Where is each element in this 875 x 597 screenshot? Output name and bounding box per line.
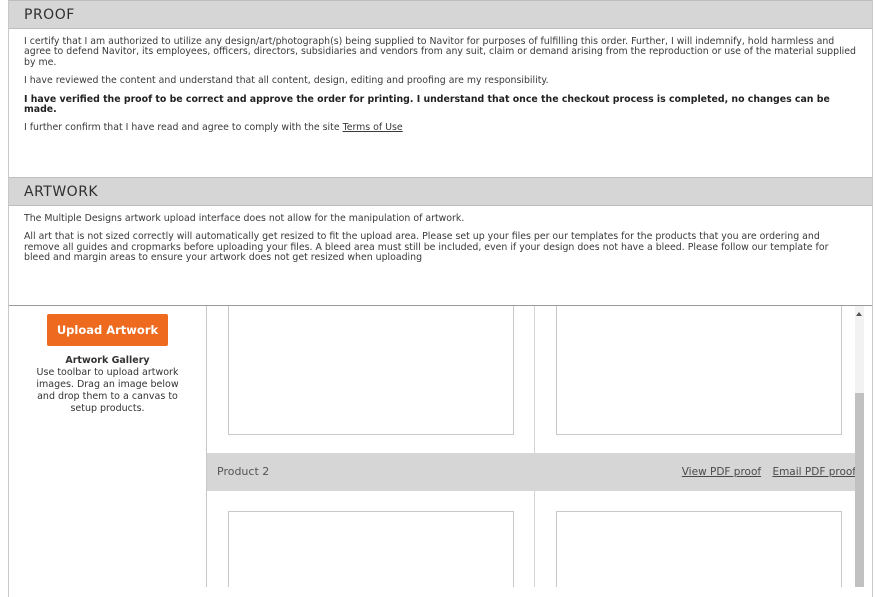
proof-approval-text: I have verified the proof to be correct … — [24, 93, 830, 116]
product-2-links: View PDF proof Email PDF proof — [674, 453, 856, 491]
product-2-name: Product 2 — [217, 465, 270, 478]
terms-of-use-link[interactable]: Terms of Use — [343, 122, 403, 133]
email-pdf-proof-link[interactable]: Email PDF proof — [772, 466, 856, 478]
artwork-gallery-title: Artwork Gallery — [65, 355, 150, 366]
product-1-back-canvas[interactable] — [556, 306, 842, 435]
artwork-editor: Upload Artwork Artwork Gallery Use toolb… — [9, 306, 872, 587]
artwork-sizing-text: All art that is not sized correctly will… — [24, 231, 829, 264]
artwork-section-title: ARTWORK — [9, 177, 872, 206]
canvas-column-divider — [534, 306, 535, 587]
product-2-header: Product 2 View PDF proof Email PDF proof — [207, 453, 864, 491]
checkout-proof-page: PROOF I certify that I am authorized to … — [8, 0, 873, 597]
artwork-gallery-panel: Upload Artwork Artwork Gallery Use toolb… — [9, 306, 206, 587]
proof-section-title: PROOF — [9, 0, 872, 29]
view-pdf-proof-link[interactable]: View PDF proof — [682, 466, 761, 478]
scrollbar-thumb[interactable] — [855, 393, 864, 587]
artwork-section-body: The Multiple Designs artwork upload inte… — [9, 206, 872, 305]
proof-section-body: I certify that I am authorized to utiliz… — [9, 29, 872, 177]
scroll-up-arrow-icon[interactable] — [856, 312, 862, 316]
artwork-notice-text: The Multiple Designs artwork upload inte… — [24, 213, 465, 224]
product-2-back-canvas[interactable] — [556, 511, 842, 587]
upload-artwork-button[interactable]: Upload Artwork — [47, 314, 168, 346]
product-canvas-area: Product 2 View PDF proof Email PDF proof — [206, 306, 864, 587]
proof-terms-text: I further confirm that I have read and a… — [24, 123, 857, 133]
canvas-scrollbar[interactable] — [855, 306, 864, 587]
product-1-front-canvas[interactable] — [228, 306, 514, 435]
artwork-gallery-description: Use toolbar to upload artwork images. Dr… — [36, 367, 179, 414]
proof-terms-prefix: I further confirm that I have read and a… — [24, 122, 343, 134]
proof-responsibility-text: I have reviewed the content and understa… — [24, 75, 549, 87]
product-2-front-canvas[interactable] — [228, 511, 514, 587]
proof-certification-text: I certify that I am authorized to utiliz… — [24, 36, 857, 68]
